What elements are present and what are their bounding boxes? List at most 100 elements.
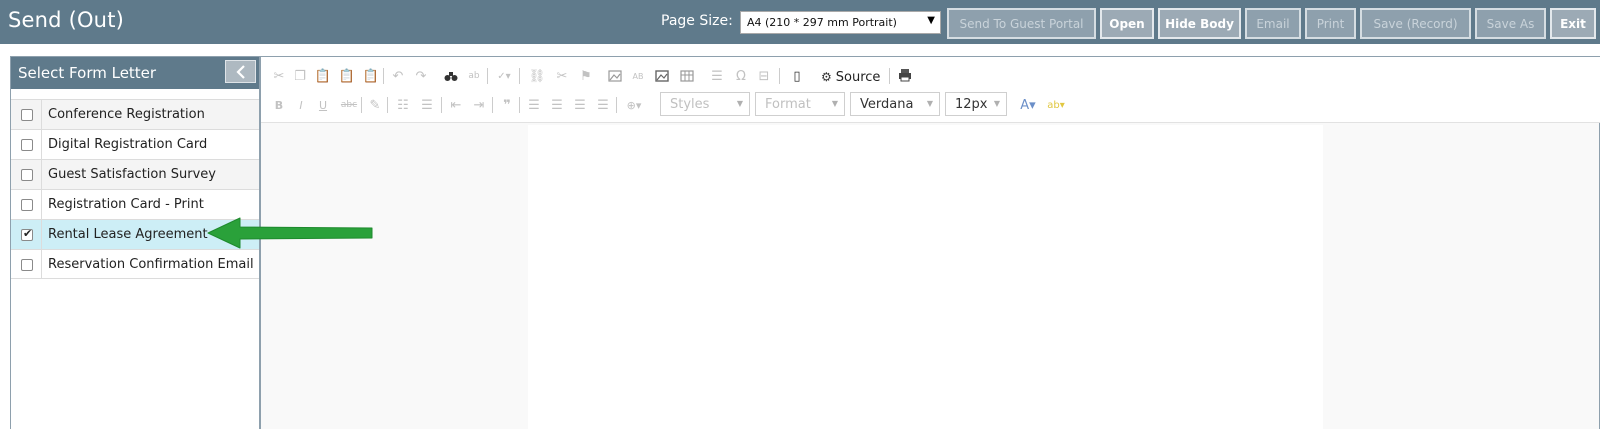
toolbar-separator [492,97,493,113]
form-letter-label: Reservation Confirmation Email [48,257,254,272]
find-icon[interactable] [443,68,459,84]
format-combo[interactable]: Format ▼ [755,92,845,116]
background-color-icon[interactable]: ab▾ [1044,97,1068,113]
form-letter-checkbox[interactable] [21,139,33,151]
indent-icon[interactable]: ⇥ [471,97,487,113]
document-page[interactable] [528,125,1323,430]
page-size-select[interactable]: A4 (210 * 297 mm Portrait) ▼ [740,11,941,34]
align-center-icon[interactable]: ☰ [549,97,565,113]
form-letter-checkbox[interactable] [21,199,33,211]
bullet-list-icon[interactable]: ☰ [419,97,435,113]
form-letter-checkbox[interactable] [21,169,33,181]
dropdown-arrow-icon: ▼ [927,15,935,26]
redo-icon[interactable]: ↷ [413,68,429,84]
paste-icon[interactable]: 📋 [315,68,331,84]
checkbox-cell [11,160,42,189]
language-icon[interactable]: ⊕▾ [622,97,646,113]
remove-format-icon[interactable]: ✎ [367,97,383,113]
form-letter-checkbox[interactable] [21,109,33,121]
dropdown-arrow-icon: ▼ [926,99,933,108]
form-letter-panel-header: Select Form Letter [11,57,259,89]
image-icon[interactable] [607,68,623,84]
paste-word-icon[interactable]: 📋 [363,68,379,84]
italic-icon[interactable]: I [293,97,309,113]
open-button[interactable]: Open [1100,8,1154,39]
exit-button[interactable]: Exit [1550,8,1596,39]
page-size-label: Page Size: [661,13,733,29]
paste-text-icon[interactable]: 📋 [339,68,355,84]
maximize-icon[interactable]: ▯ [789,68,805,84]
spellcheck-icon[interactable]: ✓▾ [496,68,512,84]
form-letter-label: Guest Satisfaction Survey [48,167,216,182]
form-letter-checkbox-checked[interactable] [21,227,33,241]
special-image-icon[interactable]: AB [630,68,646,84]
form-letter-label: Registration Card - Print [48,197,204,212]
source-icon: ⚙ [821,70,832,84]
save-record-button[interactable]: Save (Record) [1360,8,1471,39]
page-break-icon[interactable]: ⊟ [756,68,772,84]
collapse-panel-button[interactable] [225,60,256,83]
blockquote-icon[interactable]: ❞ [499,97,515,113]
link-icon[interactable]: ⛓ [529,68,546,84]
underline-icon[interactable]: U [315,97,331,113]
checkbox-cell [11,250,42,278]
save-as-button[interactable]: Save As [1475,8,1546,39]
toolbar-separator [779,68,780,84]
unlink-icon[interactable]: ✂ [554,68,570,84]
format-label: Format [765,97,811,112]
green-arrow-annotation [207,217,373,249]
undo-icon[interactable]: ↶ [390,68,406,84]
form-letter-checkbox[interactable] [21,259,33,271]
checkbox-cell [11,130,42,159]
print-icon[interactable] [897,67,913,83]
list-item[interactable]: Reservation Confirmation Email [11,249,259,279]
form-letter-label: Digital Registration Card [48,137,208,152]
align-right-icon[interactable]: ☰ [572,97,588,113]
replace-icon[interactable]: ab [466,68,482,84]
align-justify-icon[interactable]: ☰ [595,97,611,113]
form-letter-panel-title: Select Form Letter [18,64,157,82]
outdent-icon[interactable]: ⇤ [448,97,464,113]
toolbar-separator [441,97,442,113]
styles-label: Styles [670,97,710,112]
font-value: Verdana [860,97,914,112]
hide-body-button[interactable]: Hide Body [1158,8,1241,39]
bold-icon[interactable]: B [271,97,287,113]
styles-combo[interactable]: Styles ▼ [660,92,750,116]
font-size-combo[interactable]: 12px ▼ [945,92,1007,116]
dropdown-arrow-icon: ▼ [831,99,838,108]
table-icon[interactable] [679,68,695,84]
toolbar-separator [519,97,520,113]
header-bar: Send (Out) Page Size: A4 (210 * 297 mm P… [0,0,1600,44]
copy-icon[interactable]: ❐ [292,68,308,84]
form-letter-list: Conference Registration Digital Registra… [11,99,259,279]
print-button[interactable]: Print [1305,8,1356,39]
source-label: Source [835,69,881,85]
checkbox-cell [11,100,42,129]
toolbar-separator [519,68,520,84]
text-color-icon[interactable]: A▾ [1016,97,1040,113]
align-left-icon[interactable]: ☰ [526,97,542,113]
checkbox-cell [11,220,42,249]
font-combo[interactable]: Verdana ▼ [850,92,940,116]
toolbar-separator [616,97,617,113]
email-button[interactable]: Email [1245,8,1301,39]
list-item[interactable]: Guest Satisfaction Survey [11,159,259,189]
cut-icon[interactable]: ✂ [271,68,287,84]
source-button[interactable]: ⚙ Source [821,68,880,86]
horizontal-rule-icon[interactable]: ☰ [709,68,725,84]
list-item[interactable]: Conference Registration [11,99,259,129]
send-to-guest-portal-button[interactable]: Send To Guest Portal [947,8,1096,39]
form-letter-label: Conference Registration [48,107,205,122]
editor-toolbar: ✂ ❐ 📋 📋 📋 ↶ ↷ ab ✓▾ ⛓ ✂ ⚑ AB ☰ Ω ⊟ ▯ ⚙ S… [261,57,1600,123]
toolbar-separator [383,68,384,84]
numbered-list-icon[interactable]: ☷ [395,97,411,113]
strike-icon[interactable]: abc [339,97,359,113]
dropdown-arrow-icon: ▼ [993,99,1000,108]
image-manager-icon[interactable] [654,68,670,84]
form-letter-label: Rental Lease Agreement [48,227,208,242]
special-char-icon[interactable]: Ω [733,68,749,84]
list-item[interactable]: Digital Registration Card [11,129,259,159]
anchor-icon[interactable]: ⚑ [578,68,594,84]
toolbar-separator [487,68,488,84]
